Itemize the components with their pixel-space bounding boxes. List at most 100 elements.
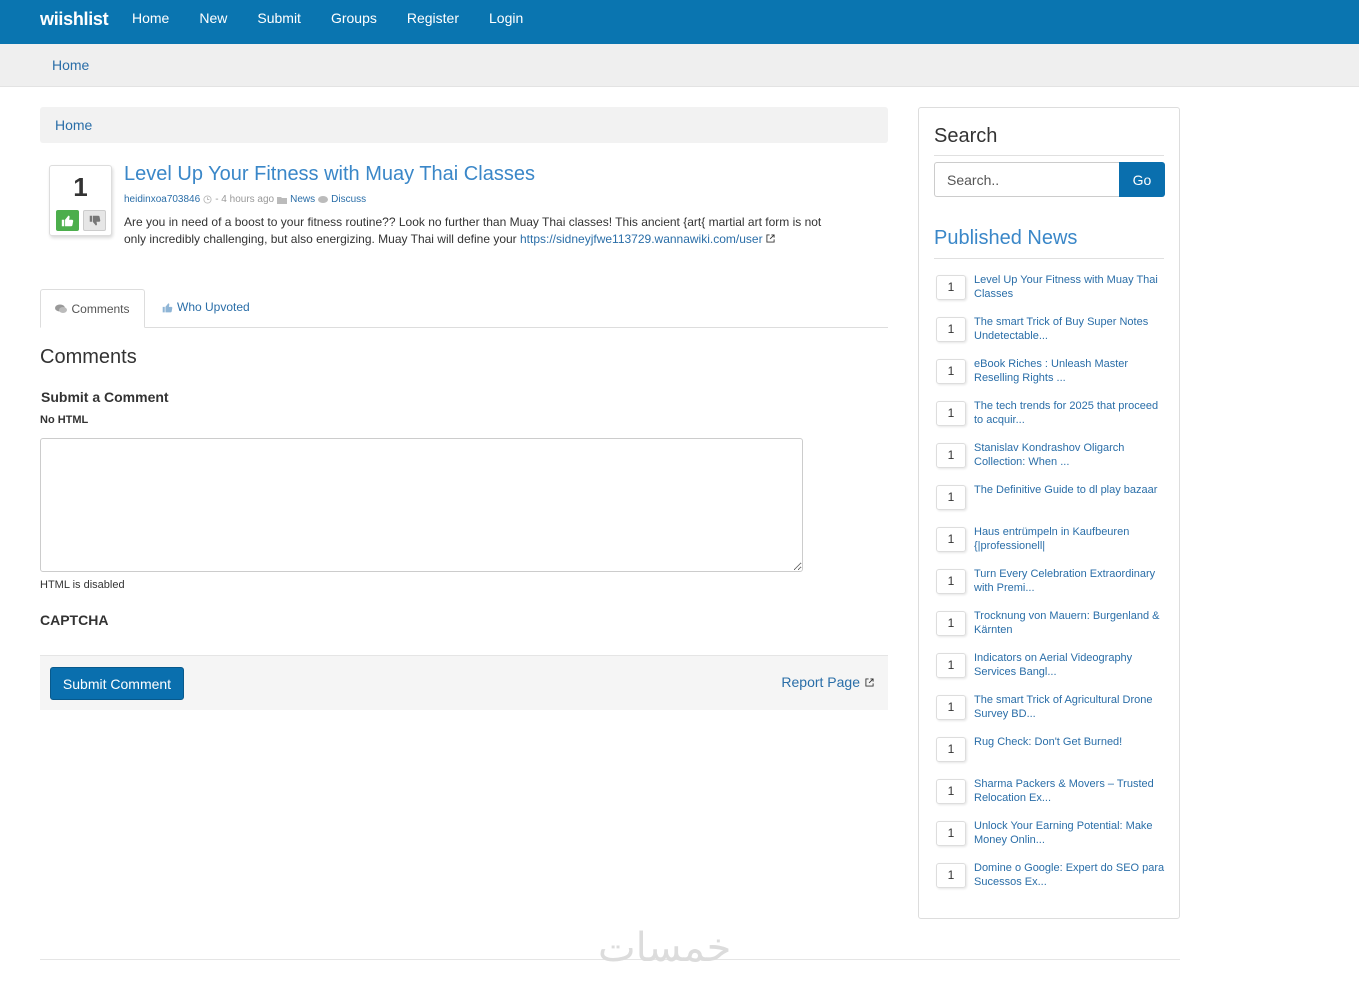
- news-title-link[interactable]: Stanislav Kondrashov Oligarch Collection…: [974, 441, 1166, 469]
- upvote-button[interactable]: [56, 210, 79, 231]
- search-heading: Search: [934, 125, 998, 147]
- news-title-link[interactable]: Domine o Google: Expert do SEO para Suce…: [974, 861, 1166, 889]
- news-title-link[interactable]: Trocknung von Mauern: Burgenland & Kärnt…: [974, 609, 1166, 637]
- post-time: - 4 hours ago: [215, 194, 275, 205]
- nav-groups[interactable]: Groups: [316, 0, 392, 44]
- report-page-label: Report Page: [781, 674, 860, 690]
- news-title-link[interactable]: Level Up Your Fitness with Muay Thai Cla…: [974, 273, 1166, 301]
- news-vote-count: 1: [936, 275, 966, 300]
- news-title-link[interactable]: The smart Trick of Buy Super Notes Undet…: [974, 315, 1166, 343]
- post-meta: heidinxoa703846 - 4 hours ago News Discu…: [124, 194, 366, 205]
- news-vote-count: 1: [936, 401, 966, 426]
- news-vote-count: 1: [936, 359, 966, 384]
- news-vote-count: 1: [936, 737, 966, 762]
- thumbs-up-icon: [61, 215, 74, 227]
- comments-heading: Comments: [40, 346, 137, 368]
- nav-home[interactable]: Home: [117, 0, 184, 44]
- post-category[interactable]: News: [290, 194, 315, 205]
- sidebar: Search Go Published News 1 Level Up Your …: [918, 107, 1180, 919]
- breadcrumb: Home: [40, 107, 888, 143]
- sub-navbar: Home: [0, 44, 1359, 87]
- news-title-link[interactable]: Rug Check: Don't Get Burned!: [974, 735, 1166, 749]
- news-vote-count: 1: [936, 863, 966, 888]
- nav-submit[interactable]: Submit: [242, 0, 316, 44]
- thumbs-down-icon: [89, 215, 100, 225]
- search-input[interactable]: [934, 162, 1120, 197]
- news-vote-count: 1: [936, 695, 966, 720]
- tab-comments-label: Comments: [71, 301, 130, 316]
- news-list-item: 1 The smart Trick of Agricultural Drone S…: [936, 692, 1166, 734]
- comments-icon: [55, 304, 68, 313]
- news-list-item: 1 The smart Trick of Buy Super Notes Unde…: [936, 314, 1166, 356]
- comment-textarea[interactable]: [40, 438, 803, 572]
- news-title-link[interactable]: eBook Riches : Unleash Master Reselling …: [974, 357, 1166, 385]
- news-title-link[interactable]: The tech trends for 2025 that proceed to…: [974, 399, 1166, 427]
- news-vote-count: 1: [936, 485, 966, 510]
- news-vote-count: 1: [936, 653, 966, 678]
- published-news-heading: Published News: [934, 227, 1078, 249]
- no-html-label: No HTML: [40, 414, 89, 426]
- news-list-item: 1 Stanislav Kondrashov Oligarch Collectio…: [936, 440, 1166, 482]
- folder-icon: [277, 196, 288, 204]
- published-news-list: 1 Level Up Your Fitness with Muay Thai Cl…: [936, 272, 1166, 902]
- news-list-item: 1 Trocknung von Mauern: Burgenland & Kärn…: [936, 608, 1166, 650]
- post-author[interactable]: heidinxoa703846: [124, 194, 200, 205]
- news-title-link[interactable]: Sharma Packers & Movers – Trusted Reloca…: [974, 777, 1166, 805]
- breadcrumb-home[interactable]: Home: [55, 117, 92, 133]
- news-title-link[interactable]: Unlock Your Earning Potential: Make Mone…: [974, 819, 1166, 847]
- captcha-label: CAPTCHA: [40, 612, 109, 628]
- search-divider: [934, 155, 1164, 156]
- news-vote-count: 1: [936, 443, 966, 468]
- thumbs-up-small-icon: [162, 302, 173, 312]
- news-list-item: 1 eBook Riches : Unleash Master Reselling…: [936, 356, 1166, 398]
- nav-register[interactable]: Register: [392, 0, 474, 44]
- news-list-item: 1 Level Up Your Fitness with Muay Thai Cl…: [936, 272, 1166, 314]
- news-list-item: 1 Sharma Packers & Movers – Trusted Reloc…: [936, 776, 1166, 818]
- search-go-button[interactable]: Go: [1119, 162, 1165, 197]
- comment-icon: [318, 195, 329, 203]
- downvote-button[interactable]: [83, 210, 106, 231]
- news-title-link[interactable]: Indicators on Aerial Videography Service…: [974, 651, 1166, 679]
- news-list-item: 1 Rug Check: Don't Get Burned!: [936, 734, 1166, 776]
- nav-links: Home New Submit Groups Register Login: [117, 0, 538, 44]
- nav-login[interactable]: Login: [474, 0, 538, 44]
- vote-box: 1: [49, 165, 112, 236]
- news-list-item: 1 Unlock Your Earning Potential: Make Mon…: [936, 818, 1166, 860]
- news-list-item: 1 Turn Every Celebration Extraordinary wi…: [936, 566, 1166, 608]
- submit-comment-heading: Submit a Comment: [41, 389, 169, 405]
- news-vote-count: 1: [936, 569, 966, 594]
- tab-who-upvoted[interactable]: Who Upvoted: [162, 300, 250, 314]
- external-link-icon: [766, 234, 775, 243]
- brand-logo[interactable]: wiishlist: [40, 9, 109, 30]
- tab-comments[interactable]: Comments: [40, 289, 145, 328]
- news-title-link[interactable]: The smart Trick of Agricultural Drone Su…: [974, 693, 1166, 721]
- news-vote-count: 1: [936, 821, 966, 846]
- news-list-item: 1 Indicators on Aerial Videography Servic…: [936, 650, 1166, 692]
- comment-form-footer: Submit Comment Report Page: [40, 655, 888, 710]
- clock-icon: [203, 195, 212, 204]
- tabs-divider: [40, 327, 888, 328]
- tab-who-upvoted-label: Who Upvoted: [177, 300, 250, 314]
- news-list-item: 1 Domine o Google: Expert do SEO para Suc…: [936, 860, 1166, 902]
- news-title-link[interactable]: The Definitive Guide to dl play bazaar: [974, 483, 1166, 497]
- nav-new[interactable]: New: [184, 0, 242, 44]
- html-disabled-note: HTML is disabled: [40, 579, 125, 591]
- post-external-link[interactable]: https://sidneyjfwe113729.wannawiki.com/u…: [520, 232, 763, 246]
- subbar-home-link[interactable]: Home: [52, 57, 89, 73]
- post-discuss-link[interactable]: Discuss: [331, 194, 366, 205]
- vote-count: 1: [73, 172, 88, 202]
- top-navbar: wiishlist Home New Submit Groups Registe…: [0, 0, 1359, 44]
- post-title[interactable]: Level Up Your Fitness with Muay Thai Cla…: [124, 163, 535, 186]
- news-vote-count: 1: [936, 527, 966, 552]
- news-title-link[interactable]: Haus entrümpeln in Kaufbeuren {|professi…: [974, 525, 1166, 553]
- news-list-item: 1 Haus entrümpeln in Kaufbeuren {|profess…: [936, 524, 1166, 566]
- news-title-link[interactable]: Turn Every Celebration Extraordinary wit…: [974, 567, 1166, 595]
- published-divider: [934, 258, 1164, 259]
- news-list-item: 1 The Definitive Guide to dl play bazaar: [936, 482, 1166, 524]
- news-vote-count: 1: [936, 611, 966, 636]
- external-link-icon: [865, 677, 874, 687]
- submit-comment-button[interactable]: Submit Comment: [50, 667, 184, 700]
- news-vote-count: 1: [936, 779, 966, 804]
- report-page-link[interactable]: Report Page: [781, 674, 874, 690]
- post-body: Are you in need of a boost to your fitne…: [124, 214, 844, 248]
